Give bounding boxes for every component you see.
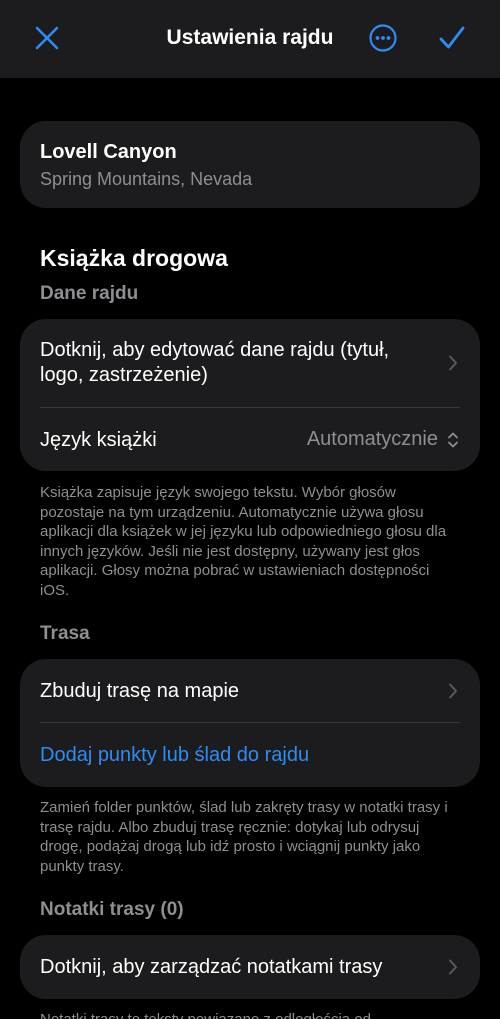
location-subtitle: Spring Mountains, Nevada [40, 169, 253, 189]
manage-notes-row[interactable]: Dotknij, aby zarządzać notatkami trasy [20, 935, 480, 999]
close-icon [35, 26, 59, 50]
confirm-button[interactable] [432, 18, 472, 58]
chevron-right-icon [449, 355, 457, 371]
rally-data-card: Dotknij, aby edytować dane rajdu (tytuł,… [20, 319, 480, 471]
add-points-link: Dodaj punkty lub ślad do rajdu [40, 744, 310, 766]
route-notes-section-title: Notatki trasy (0) [40, 899, 184, 920]
book-language-value: Automatycznie [306, 428, 438, 450]
edit-rally-data-label: Dotknij, aby edytować dane rajdu (tytuł,… [40, 339, 390, 386]
route-footnote: Zamień folder punktów, ślad lub zakręty … [40, 799, 448, 875]
build-route-row[interactable]: Zbuduj trasę na mapie [20, 659, 480, 723]
route-notes-card: Dotknij, aby zarządzać notatkami trasy [20, 935, 480, 999]
roadbook-title: Książka drogowa [40, 245, 228, 271]
close-button[interactable] [27, 18, 67, 58]
route-section-title: Trasa [40, 623, 90, 644]
rally-data-section-title: Dane rajdu [40, 283, 139, 304]
language-footnote: Książka zapisuje język swojego tekstu. W… [40, 484, 447, 599]
add-points-row[interactable]: Dodaj punkty lub ślad do rajdu [20, 723, 480, 787]
more-button[interactable] [363, 18, 403, 58]
location-card[interactable]: Lovell Canyon Spring Mountains, Nevada [20, 121, 480, 208]
checkmark-icon [439, 26, 465, 49]
book-language-label: Język książki [40, 429, 157, 451]
edit-rally-data-row[interactable]: Dotknij, aby edytować dane rajdu (tytuł,… [20, 319, 480, 407]
location-name: Lovell Canyon [40, 141, 177, 163]
chevron-right-icon [449, 683, 457, 699]
navigation-bar: Ustawienia rajdu [0, 0, 500, 78]
page-title: Ustawienia rajdu [166, 26, 334, 49]
ellipsis-circle-icon [369, 24, 397, 52]
chevron-up-down-icon [448, 432, 458, 448]
build-route-label: Zbuduj trasę na mapie [40, 680, 240, 702]
book-language-row[interactable]: Język książki Automatycznie [20, 408, 480, 471]
route-card: Zbuduj trasę na mapie Dodaj punkty lub ś… [20, 659, 480, 787]
chevron-right-icon [449, 959, 457, 975]
manage-notes-label: Dotknij, aby zarządzać notatkami trasy [40, 956, 383, 978]
route-notes-footnote: Notatki trasy to teksty powiązane z odle… [40, 1010, 460, 1019]
